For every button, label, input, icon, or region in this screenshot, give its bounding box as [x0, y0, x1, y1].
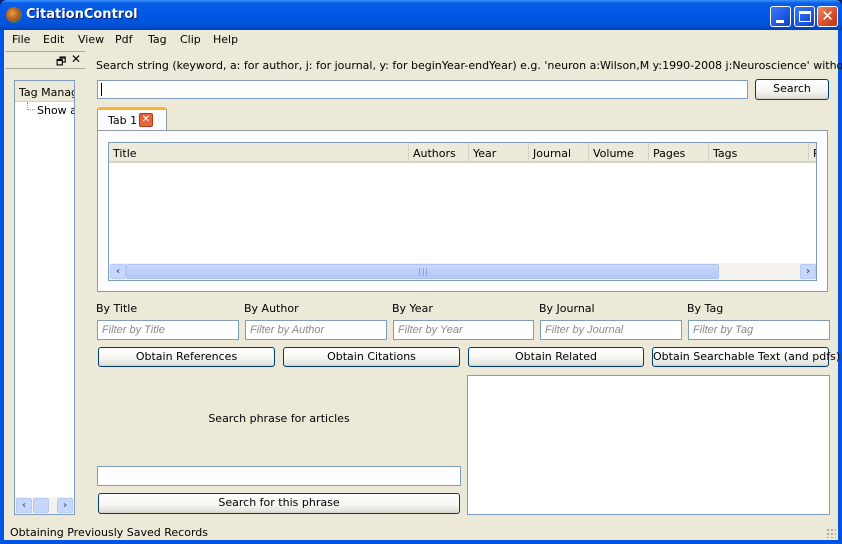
scroll-thumb[interactable]	[126, 264, 719, 279]
window-title: CitationControl	[26, 7, 138, 22]
filter-year-input[interactable]	[393, 320, 534, 340]
results-text-area[interactable]	[467, 375, 830, 515]
column-year[interactable]: Year	[468, 143, 528, 163]
minimize-icon	[776, 20, 784, 23]
column-pages[interactable]: Pages	[648, 143, 708, 163]
menu-pdf[interactable]: Pdf	[115, 33, 133, 46]
tab-label: Tab 1	[108, 114, 138, 127]
scroll-right-icon[interactable]: ›	[57, 498, 73, 513]
filter-title-input[interactable]	[97, 320, 239, 340]
obtain-citations-button[interactable]: Obtain Citations	[283, 347, 460, 367]
phrase-label: Search phrase for articles	[208, 412, 350, 425]
tag-manager-dock: 🗗 ✕ Tag Manager Show all ‹ . ›	[5, 51, 85, 517]
resize-grip-icon[interactable]	[826, 528, 836, 538]
menu-bar: File Edit View Pdf Tag Clip Help	[4, 30, 838, 50]
scroll-thumb[interactable]: .	[33, 498, 49, 513]
maximize-button[interactable]	[794, 6, 815, 27]
filter-author-input[interactable]	[245, 320, 387, 340]
table-header: Title Authors Year Journal Volume Pages …	[109, 143, 816, 163]
maximize-icon	[799, 11, 811, 22]
column-title[interactable]: Title	[109, 143, 408, 163]
search-phrase-button[interactable]: Search for this phrase	[98, 493, 460, 514]
menu-help[interactable]: Help	[213, 33, 238, 46]
menu-edit[interactable]: Edit	[43, 33, 64, 46]
results-table[interactable]: Title Authors Year Journal Volume Pages …	[108, 142, 817, 281]
search-hint: Search string (keyword, a: for author, j…	[96, 59, 842, 72]
menu-clip[interactable]: Clip	[180, 33, 201, 46]
scroll-left-icon[interactable]: ‹	[110, 264, 126, 279]
menu-file[interactable]: File	[12, 33, 30, 46]
dock-header: 🗗 ✕	[5, 51, 85, 69]
search-button[interactable]: Search	[755, 79, 829, 100]
tree-branch-line	[27, 102, 35, 110]
scroll-left-icon[interactable]: ‹	[16, 498, 32, 513]
tree-item-show-all[interactable]: Show all	[37, 104, 74, 117]
text-caret	[101, 83, 102, 96]
filter-label-tag: By Tag	[687, 302, 724, 315]
column-volume[interactable]: Volume	[588, 143, 648, 163]
app-logo-icon	[6, 7, 22, 23]
tree-header[interactable]: Tag Manager	[15, 81, 74, 102]
search-input[interactable]	[97, 80, 748, 99]
obtain-searchable-text-button[interactable]: Obtain Searchable Text (and pdfs)	[652, 347, 840, 367]
tree-horizontal-scrollbar[interactable]: ‹ . ›	[15, 497, 74, 514]
grip-icon	[419, 268, 427, 276]
close-icon: ✕	[821, 7, 834, 25]
tag-tree[interactable]: Tag Manager Show all ‹ . ›	[14, 80, 75, 515]
filter-label-author: By Author	[244, 302, 299, 315]
minimize-button[interactable]	[770, 6, 791, 27]
filter-label-journal: By Journal	[539, 302, 595, 315]
app-window: CitationControl ✕ File Edit View Pdf Tag…	[0, 0, 842, 544]
filter-journal-input[interactable]	[540, 320, 682, 340]
tab-1[interactable]: Tab 1 ✕	[97, 107, 167, 131]
filter-label-title: By Title	[96, 302, 138, 315]
client-area: File Edit View Pdf Tag Clip Help 🗗 ✕ Tag…	[4, 30, 842, 540]
menu-tag[interactable]: Tag	[148, 33, 167, 46]
column-p[interactable]: P	[808, 143, 816, 163]
dock-float-icon[interactable]: 🗗	[56, 53, 66, 72]
filter-label-year: By Year	[392, 302, 433, 315]
obtain-references-button[interactable]: Obtain References	[98, 347, 275, 367]
column-authors[interactable]: Authors	[408, 143, 468, 163]
column-journal[interactable]: Journal	[528, 143, 588, 163]
title-bar[interactable]: CitationControl ✕	[0, 0, 842, 30]
tab-close-icon[interactable]: ✕	[139, 113, 153, 127]
table-horizontal-scrollbar[interactable]: ‹ ›	[109, 263, 816, 280]
filter-tag-input[interactable]	[688, 320, 830, 340]
scroll-right-icon[interactable]: ›	[800, 264, 816, 279]
status-bar-text: Obtaining Previously Saved Records	[10, 526, 208, 539]
close-button[interactable]: ✕	[817, 6, 838, 27]
dock-close-icon[interactable]: ✕	[71, 52, 81, 66]
menu-view[interactable]: View	[78, 33, 104, 46]
column-tags[interactable]: Tags	[708, 143, 808, 163]
phrase-input[interactable]	[97, 466, 461, 486]
obtain-related-button[interactable]: Obtain Related	[468, 347, 644, 367]
